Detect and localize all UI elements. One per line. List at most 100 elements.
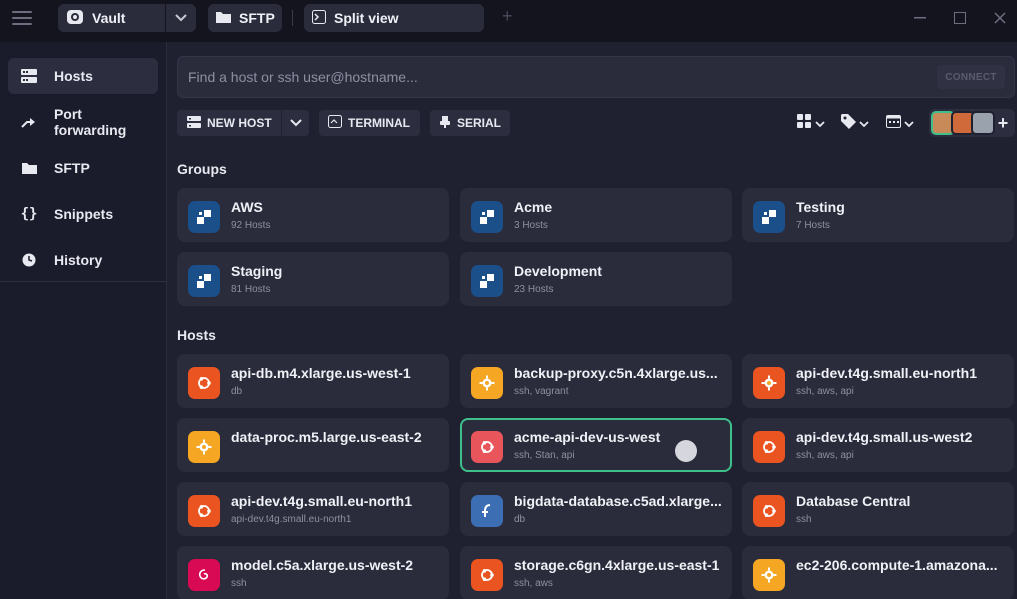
chevron-down-icon[interactable] xyxy=(282,119,309,127)
tab-label: SFTP xyxy=(239,10,275,26)
host-name: api-db.m4.xlarge.us-west-1 xyxy=(231,365,411,381)
group-card[interactable]: AWS 92 Hosts xyxy=(177,188,449,242)
minimize-icon[interactable] xyxy=(910,8,930,28)
sidebar-item-label: SFTP xyxy=(54,160,90,176)
group-host-count: 3 Hosts xyxy=(514,220,548,231)
host-card[interactable]: ec2-206.compute-1.amazona... xyxy=(742,546,1014,599)
terminal-button[interactable]: TERMINAL xyxy=(319,110,420,136)
sidebar-item-snippets[interactable]: {} Snippets xyxy=(8,196,158,232)
host-name: ec2-206.compute-1.amazona... xyxy=(796,557,998,573)
ubuntu-icon xyxy=(188,495,220,527)
sidebar-item-label: History xyxy=(54,252,103,268)
host-card[interactable]: api-db.m4.xlarge.us-west-1 db xyxy=(177,354,449,408)
clock-icon xyxy=(18,253,40,267)
host-name: storage.c6gn.4xlarge.us-east-1 xyxy=(514,557,720,573)
group-name: AWS xyxy=(231,199,263,215)
connect-button[interactable]: CONNECT xyxy=(937,65,1005,89)
search-input[interactable] xyxy=(188,67,928,87)
braces-icon: {} xyxy=(20,206,38,222)
serial-button[interactable]: SERIAL xyxy=(430,110,510,136)
team-avatars[interactable]: + xyxy=(929,109,1015,137)
chevron-down-icon xyxy=(859,115,869,133)
sidebar-item-label: Snippets xyxy=(54,206,114,222)
group-icon xyxy=(753,201,785,233)
ubuntu-icon xyxy=(188,367,220,399)
group-card[interactable]: Development 23 Hosts xyxy=(460,252,732,306)
host-card[interactable]: model.c5a.xlarge.us-west-2 ssh xyxy=(177,546,449,599)
host-tags: ssh, aws, api xyxy=(796,386,854,397)
port-forwarding-icon xyxy=(18,116,40,128)
gear-icon xyxy=(753,367,785,399)
group-card[interactable]: Testing 7 Hosts xyxy=(742,188,1014,242)
group-icon xyxy=(471,201,503,233)
sidebar-item-hosts[interactable]: Hosts xyxy=(8,58,158,94)
mouse-cursor xyxy=(675,440,697,462)
search-bar: CONNECT xyxy=(177,56,1015,98)
tab-label: Vault xyxy=(92,10,126,26)
host-card[interactable]: Database Central ssh xyxy=(742,482,1014,536)
new-host-label: NEW HOST xyxy=(207,116,272,130)
host-name: api-dev.t4g.small.us-west2 xyxy=(796,429,973,445)
fedora-icon xyxy=(471,495,503,527)
host-tags: ssh, aws, api xyxy=(796,450,854,461)
ubuntu-icon xyxy=(471,431,503,463)
tag-filter[interactable] xyxy=(841,114,869,134)
sidebar-item-label: Hosts xyxy=(54,68,93,84)
group-name: Development xyxy=(514,263,602,279)
groups-heading: Groups xyxy=(177,161,227,177)
grid-icon xyxy=(797,114,812,134)
host-name: data-proc.m5.large.us-east-2 xyxy=(231,429,422,445)
host-card[interactable]: bigdata-database.c5ad.xlarge... db xyxy=(460,482,732,536)
tab-label: Split view xyxy=(334,10,399,26)
host-card[interactable]: storage.c6gn.4xlarge.us-east-1 ssh, aws xyxy=(460,546,732,599)
host-card[interactable]: api-dev.t4g.small.eu-north1 api-dev.t4g.s… xyxy=(177,482,449,536)
chevron-down-icon[interactable] xyxy=(166,14,196,22)
host-tags: api-dev.t4g.small.eu-north1 xyxy=(231,514,352,525)
host-card[interactable]: api-dev.t4g.small.us-west2 ssh, aws, api xyxy=(742,418,1014,472)
host-name: model.c5a.xlarge.us-west-2 xyxy=(231,557,414,573)
tab-split-view[interactable]: Split view xyxy=(304,4,484,32)
tag-icon xyxy=(841,114,856,134)
grid-view-toggle[interactable] xyxy=(797,114,825,134)
maximize-icon[interactable] xyxy=(950,8,970,28)
folder-icon xyxy=(216,10,231,26)
host-card[interactable]: acme-api-dev-us-west ssh, Stan, api xyxy=(460,418,732,472)
terminal-icon xyxy=(312,9,326,27)
close-icon[interactable] xyxy=(990,8,1010,28)
terminal-icon xyxy=(328,115,342,131)
sidebar-item-history[interactable]: History xyxy=(8,242,158,278)
main-panel: CONNECT NEW HOST TERMINAL SERIAL xyxy=(167,42,1017,599)
tab-vault[interactable]: Vault xyxy=(58,4,196,32)
sidebar-item-port-forwarding[interactable]: Port forwarding xyxy=(8,104,158,140)
gear-icon xyxy=(471,367,503,399)
terminal-label: TERMINAL xyxy=(348,116,410,130)
calendar-icon xyxy=(886,114,901,133)
ubuntu-icon xyxy=(753,495,785,527)
hosts-heading: Hosts xyxy=(177,327,216,343)
menu-icon[interactable] xyxy=(12,11,32,25)
sidebar: Hosts Port forwarding SFTP {} Snippets H… xyxy=(0,42,167,599)
add-member-button[interactable]: + xyxy=(991,109,1015,137)
group-card[interactable]: Staging 81 Hosts xyxy=(177,252,449,306)
new-host-button[interactable]: NEW HOST xyxy=(177,110,309,136)
host-name: api-dev.t4g.small.eu-north1 xyxy=(231,493,412,509)
group-name: Testing xyxy=(796,199,845,215)
host-tags: ssh xyxy=(231,578,247,589)
host-name: Database Central xyxy=(796,493,911,509)
server-icon xyxy=(187,115,201,131)
ubuntu-icon xyxy=(471,559,503,591)
group-icon xyxy=(188,201,220,233)
group-card[interactable]: Acme 3 Hosts xyxy=(460,188,732,242)
sort-filter[interactable] xyxy=(886,114,914,133)
host-card[interactable]: backup-proxy.c5n.4xlarge.us... ssh, vagra… xyxy=(460,354,732,408)
tab-sftp[interactable]: SFTP xyxy=(208,4,282,32)
sidebar-divider xyxy=(0,281,167,282)
host-tags: ssh xyxy=(796,514,812,525)
sidebar-item-sftp[interactable]: SFTP xyxy=(8,150,158,186)
serial-label: SERIAL xyxy=(457,116,502,130)
host-card[interactable]: api-dev.t4g.small.eu-north1 ssh, aws, api xyxy=(742,354,1014,408)
new-tab-button[interactable]: + xyxy=(502,6,513,27)
host-card[interactable]: data-proc.m5.large.us-east-2 xyxy=(177,418,449,472)
host-tags: ssh, vagrant xyxy=(514,386,569,397)
gear-icon xyxy=(188,431,220,463)
